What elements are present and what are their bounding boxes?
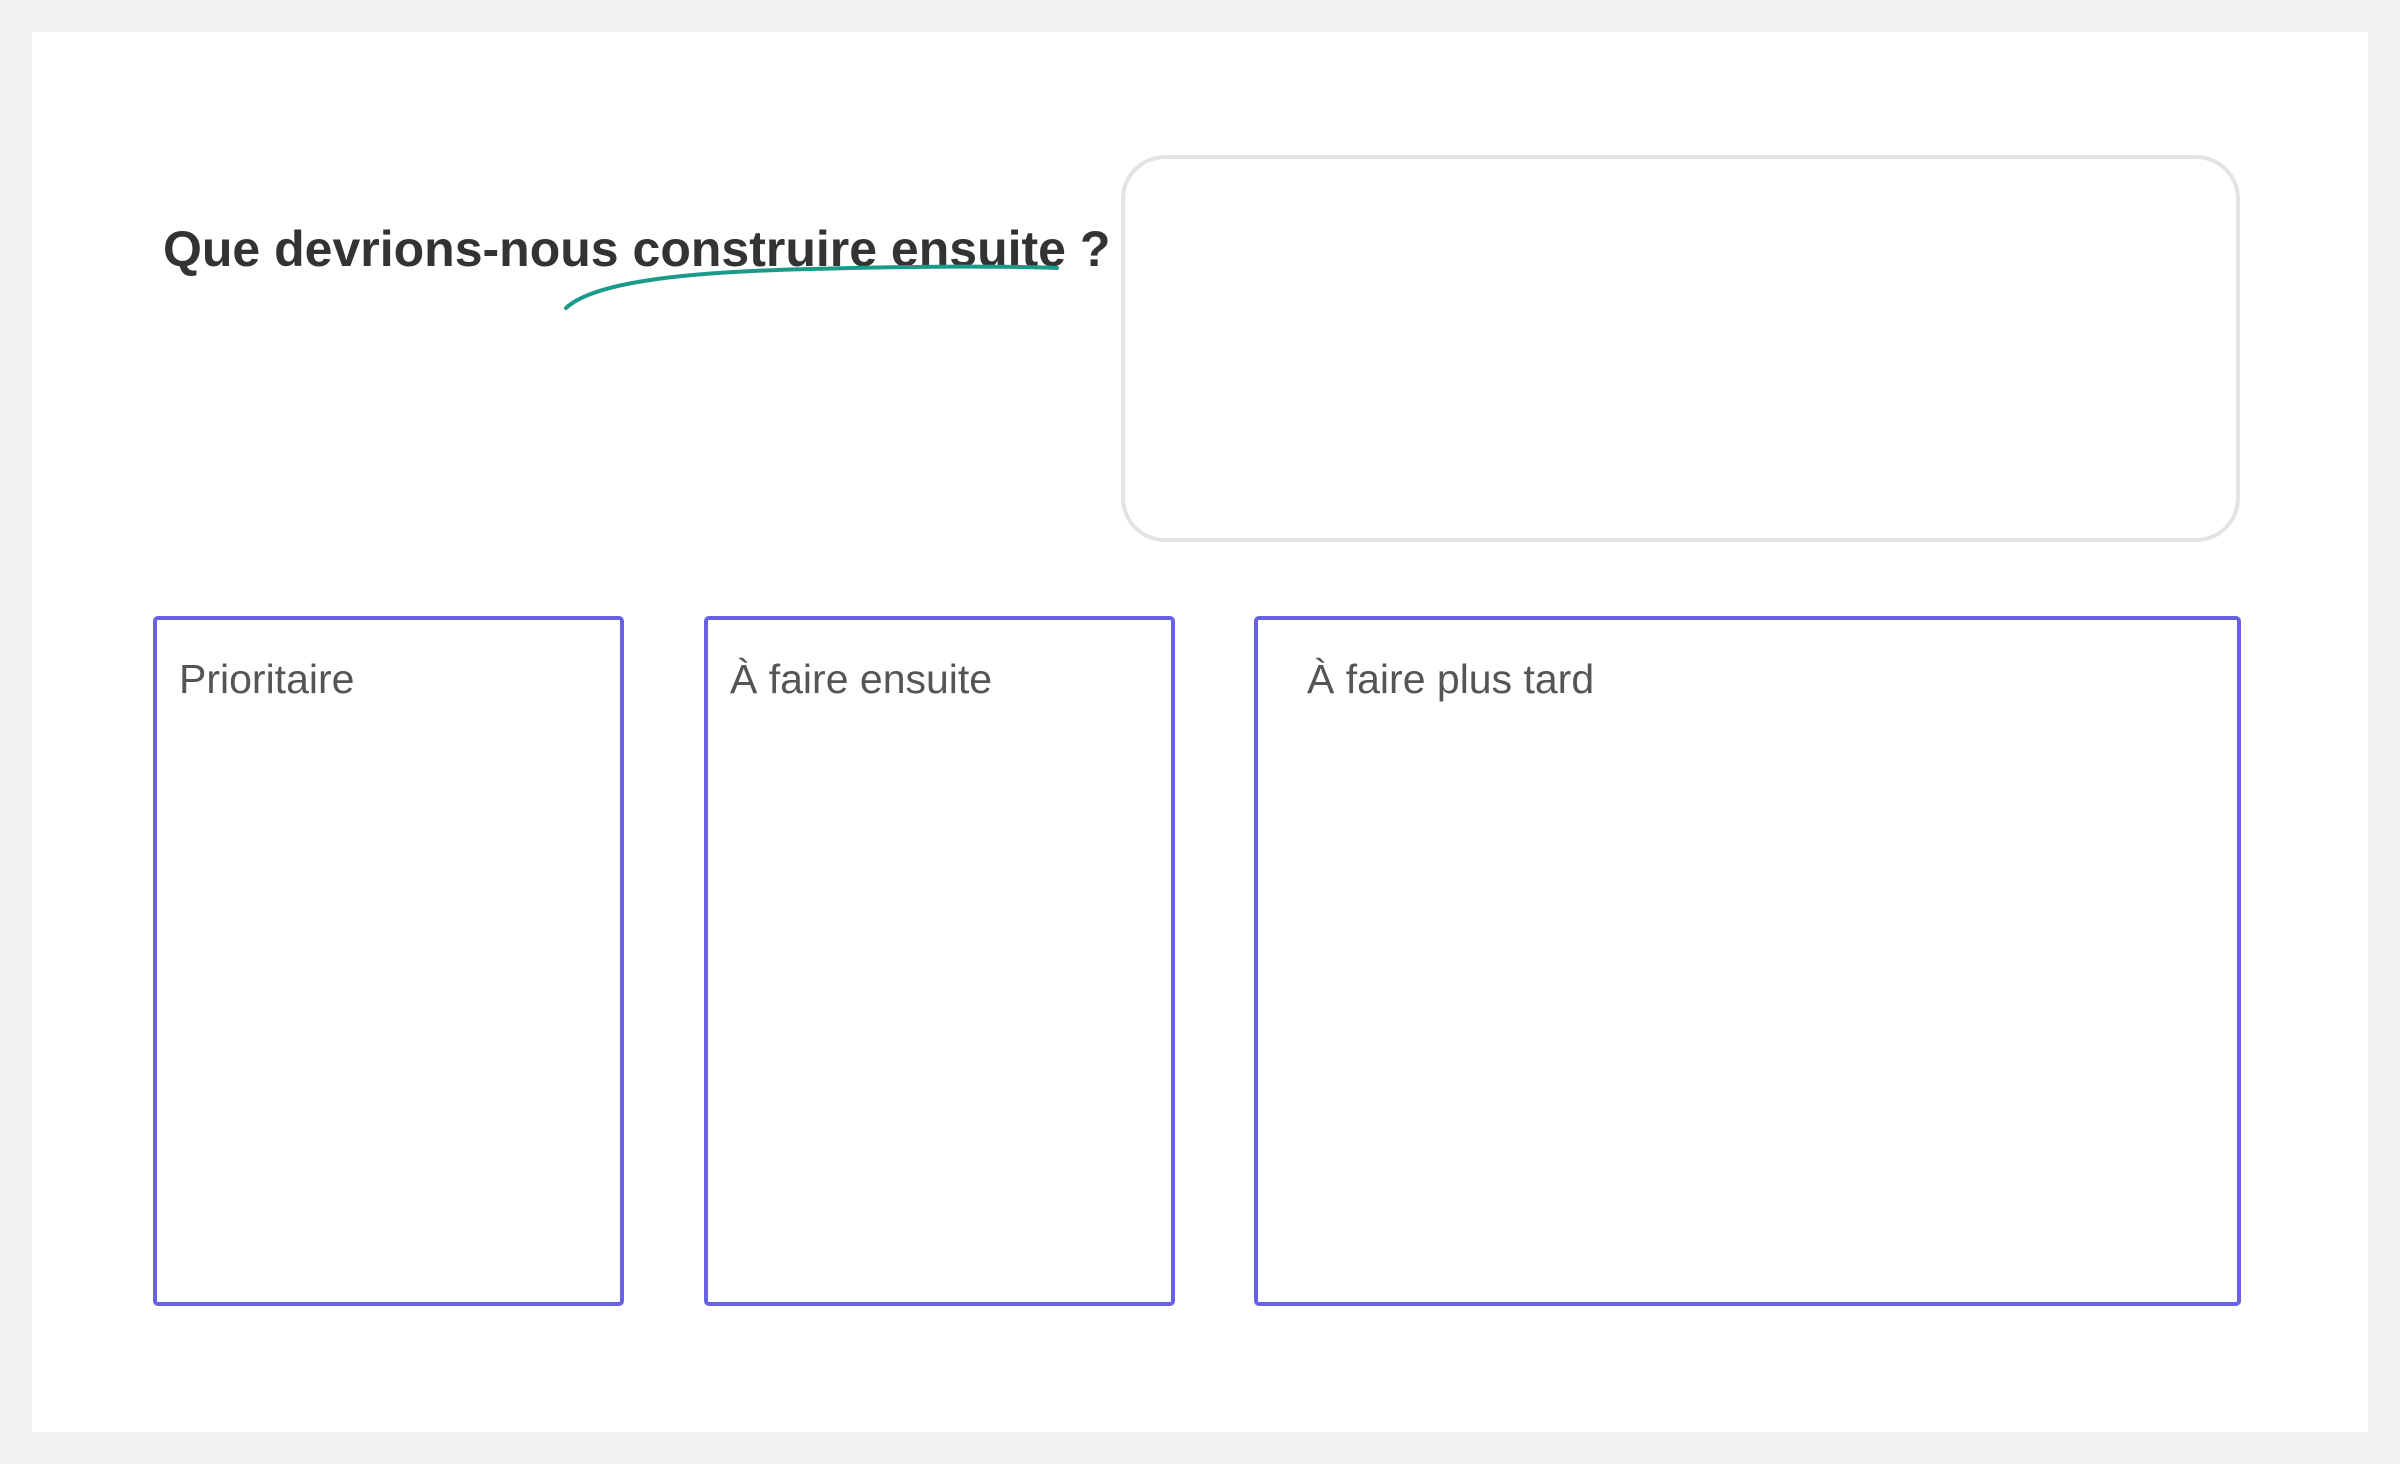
column-a-faire-plus-tard[interactable]: À faire plus tard: [1254, 616, 2241, 1306]
column-a-faire-ensuite[interactable]: À faire ensuite: [704, 616, 1175, 1306]
column-label: Prioritaire: [179, 656, 355, 702]
column-label: À faire ensuite: [730, 656, 993, 702]
board-title: Que devrions-nous construire ensuite ?: [163, 221, 1111, 277]
whiteboard-canvas: Que devrions-nous construire ensuite ? P…: [32, 32, 2368, 1432]
column-label: À faire plus tard: [1307, 656, 1595, 702]
answer-input-box[interactable]: [1121, 155, 2240, 542]
column-prioritaire[interactable]: Prioritaire: [153, 616, 624, 1306]
